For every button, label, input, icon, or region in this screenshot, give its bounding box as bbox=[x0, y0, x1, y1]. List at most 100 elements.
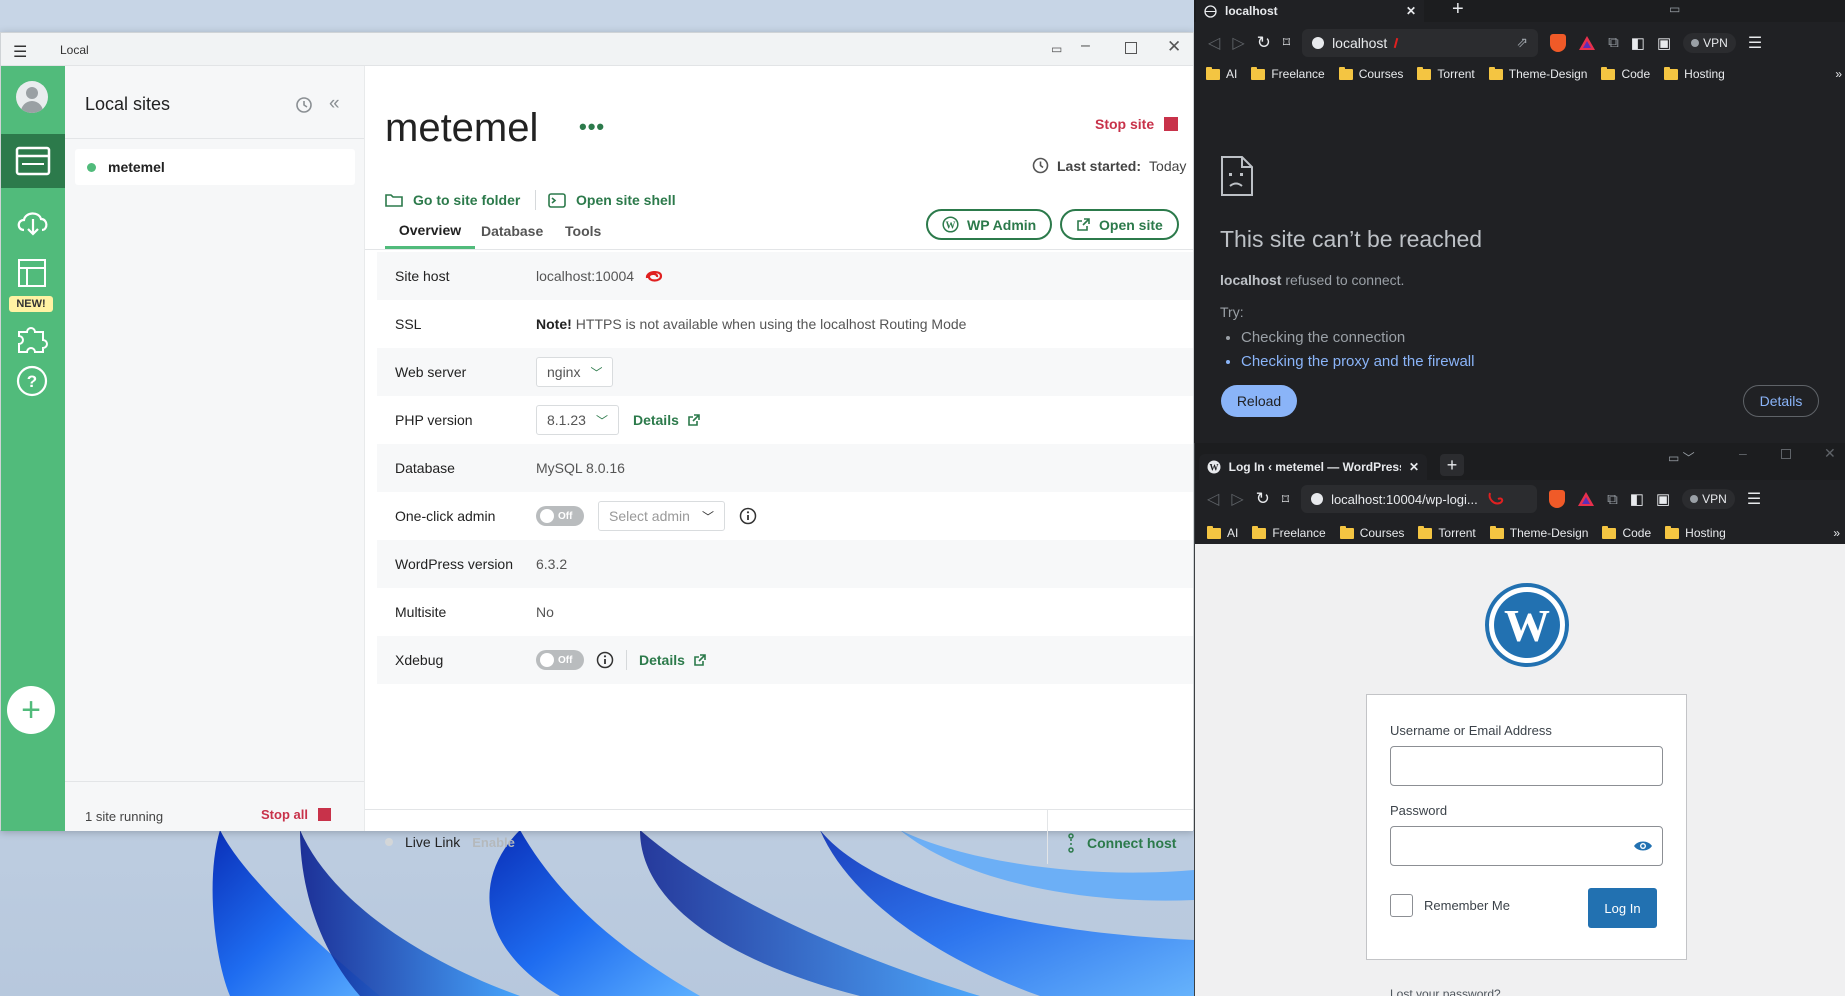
avatar[interactable] bbox=[16, 81, 48, 113]
more-options-icon[interactable]: ••• bbox=[579, 114, 605, 140]
select-admin-dropdown[interactable]: Select admin ﹀ bbox=[598, 501, 725, 531]
sidebar-icon[interactable]: ◧ bbox=[1631, 34, 1645, 52]
minimize-button[interactable]: – bbox=[1081, 37, 1090, 55]
password-input[interactable] bbox=[1390, 826, 1663, 866]
brave-shield-icon[interactable] bbox=[1549, 490, 1566, 508]
cloud-download-icon[interactable] bbox=[15, 206, 51, 238]
brave-shield-icon[interactable] bbox=[1550, 33, 1567, 52]
bookmark-torrent[interactable]: Torrent bbox=[1418, 522, 1476, 544]
extensions-icon[interactable]: ⧉ bbox=[1607, 491, 1618, 508]
bookmark-hosting[interactable]: Hosting bbox=[1665, 522, 1726, 544]
brave-rewards-icon[interactable] bbox=[1577, 491, 1595, 507]
bookmark-theme-design[interactable]: Theme-Design bbox=[1489, 522, 1588, 544]
info-icon[interactable] bbox=[739, 507, 757, 525]
wordpress-logo[interactable]: W bbox=[1485, 583, 1569, 667]
bookmark-icon[interactable]: ⌑ bbox=[1283, 34, 1290, 51]
bookmark-torrent[interactable]: Torrent bbox=[1417, 66, 1475, 82]
open-site-button[interactable]: Open site bbox=[1060, 209, 1179, 240]
remember-me-checkbox[interactable] bbox=[1390, 894, 1413, 917]
wallet-icon[interactable]: ▣ bbox=[1657, 34, 1671, 52]
bookmark-ai[interactable]: AI bbox=[1207, 522, 1238, 544]
help-icon[interactable]: ? bbox=[15, 364, 49, 398]
bookmark-icon[interactable]: ⌑ bbox=[1282, 491, 1289, 508]
open-site-shell-link[interactable]: Open site shell bbox=[548, 192, 676, 208]
brave-rewards-icon[interactable] bbox=[1578, 35, 1596, 51]
stop-site-button[interactable]: Stop site bbox=[1095, 116, 1179, 132]
bookmark-ai[interactable]: AI bbox=[1206, 66, 1237, 82]
reload-icon[interactable]: ↻ bbox=[1257, 33, 1271, 53]
xdebug-details-link[interactable]: Details bbox=[639, 652, 707, 668]
bookmark-freelance[interactable]: Freelance bbox=[1252, 522, 1326, 544]
tab-overview[interactable]: Overview bbox=[385, 213, 475, 249]
forward-icon[interactable]: ▷ bbox=[1232, 33, 1244, 53]
history-clock-icon[interactable] bbox=[295, 96, 313, 114]
share-icon[interactable]: ⇗ bbox=[1516, 34, 1528, 51]
php-version-select[interactable]: 8.1.23 ﹀ bbox=[536, 405, 619, 435]
maximize-button[interactable] bbox=[1125, 42, 1137, 54]
new-tab-button[interactable]: + bbox=[1440, 454, 1464, 476]
site-info-icon[interactable] bbox=[1312, 36, 1325, 49]
bookmark-freelance[interactable]: Freelance bbox=[1251, 66, 1325, 82]
more-bookmarks-icon[interactable]: » bbox=[1833, 522, 1845, 544]
bookmark-code[interactable]: Code bbox=[1601, 66, 1650, 82]
sidebar-icon[interactable]: ◧ bbox=[1630, 490, 1644, 508]
site-info-icon[interactable] bbox=[1311, 493, 1324, 505]
add-site-button[interactable]: + bbox=[7, 686, 55, 734]
info-icon[interactable] bbox=[596, 651, 614, 669]
address-bar[interactable]: localhost ⇗ bbox=[1302, 28, 1539, 57]
one-click-admin-toggle[interactable]: Off bbox=[536, 506, 584, 526]
site-list-item[interactable]: metemel bbox=[75, 149, 355, 185]
bookmark-courses[interactable]: Courses bbox=[1338, 66, 1403, 82]
extensions-icon[interactable]: ⧉ bbox=[1608, 34, 1619, 51]
bookmark-theme-design[interactable]: Theme-Design bbox=[1488, 66, 1587, 82]
xdebug-toggle[interactable]: Off bbox=[536, 650, 584, 670]
eye-icon[interactable] bbox=[1633, 839, 1653, 853]
login-button[interactable]: Log In bbox=[1588, 888, 1657, 928]
tab-wp-login[interactable]: W Log In ‹ metemel — WordPress ✕ bbox=[1199, 454, 1427, 480]
nav-sites[interactable] bbox=[1, 134, 65, 188]
details-button[interactable]: Details bbox=[1743, 385, 1819, 417]
site-host-value[interactable]: localhost:10004 bbox=[536, 268, 634, 284]
menu-icon[interactable]: ☰ bbox=[1747, 489, 1761, 509]
lost-password-link[interactable]: Lost your password? bbox=[1390, 987, 1501, 996]
vpn-button[interactable]: VPN bbox=[1682, 489, 1735, 509]
close-tab-icon[interactable]: ✕ bbox=[1406, 4, 1416, 18]
window-menu-icon[interactable]: ▭ ﹀ bbox=[1668, 449, 1695, 466]
maximize-button[interactable] bbox=[1781, 449, 1791, 459]
go-to-site-folder-link[interactable]: Go to site folder bbox=[385, 192, 520, 208]
tab-localhost[interactable]: localhost ✕ bbox=[1196, 0, 1424, 22]
bookmark-code[interactable]: Code bbox=[1602, 522, 1651, 544]
suggestion-check-proxy-link[interactable]: Checking the proxy and the firewall bbox=[1241, 350, 1474, 374]
live-link-enable-button[interactable]: Enable bbox=[472, 835, 515, 850]
collapse-panel-icon[interactable]: « bbox=[329, 93, 340, 115]
back-icon[interactable]: ◁ bbox=[1208, 33, 1220, 53]
connect-host-button[interactable]: Connect host bbox=[1065, 833, 1176, 853]
web-server-select[interactable]: nginx ﹀ bbox=[536, 357, 614, 387]
stop-all-button[interactable]: Stop all bbox=[261, 807, 331, 822]
back-icon[interactable]: ◁ bbox=[1207, 489, 1219, 509]
hamburger-menu-icon[interactable]: ☰ bbox=[13, 42, 27, 62]
wp-admin-button[interactable]: W WP Admin bbox=[926, 209, 1053, 240]
new-tab-button[interactable]: + bbox=[1452, 0, 1464, 21]
tab-database[interactable]: Database bbox=[481, 213, 543, 249]
menu-icon[interactable]: ☰ bbox=[1748, 33, 1762, 53]
close-button[interactable]: ✕ bbox=[1824, 445, 1836, 462]
minimize-button[interactable]: – bbox=[1739, 445, 1747, 461]
bookmark-hosting[interactable]: Hosting bbox=[1664, 66, 1725, 82]
wallet-icon[interactable]: ▣ bbox=[1656, 490, 1670, 508]
dock-icon[interactable]: ▭ bbox=[1051, 42, 1062, 56]
vpn-button[interactable]: VPN bbox=[1683, 32, 1736, 53]
window-menu-icon[interactable]: ▭ bbox=[1669, 2, 1680, 16]
more-bookmarks-icon[interactable]: » bbox=[1835, 66, 1842, 82]
forward-icon[interactable]: ▷ bbox=[1231, 489, 1243, 509]
bookmark-courses[interactable]: Courses bbox=[1339, 522, 1404, 544]
reload-icon[interactable]: ↻ bbox=[1256, 489, 1270, 509]
reload-button[interactable]: Reload bbox=[1221, 385, 1297, 417]
blueprints-icon[interactable] bbox=[15, 256, 49, 290]
addons-puzzle-icon[interactable] bbox=[13, 318, 51, 354]
close-tab-icon[interactable]: ✕ bbox=[1409, 460, 1419, 474]
username-input[interactable] bbox=[1390, 746, 1663, 786]
address-bar[interactable]: localhost:10004/wp-logi... bbox=[1301, 485, 1538, 513]
php-details-link[interactable]: Details bbox=[633, 412, 701, 428]
tab-tools[interactable]: Tools bbox=[565, 213, 601, 249]
